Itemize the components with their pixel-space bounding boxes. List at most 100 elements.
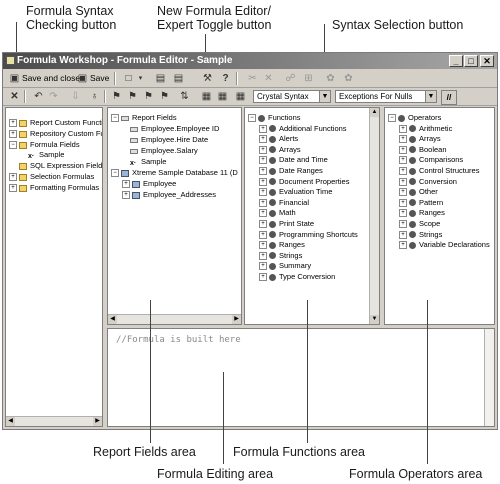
expand-icon[interactable]: + <box>9 184 17 193</box>
rename-icon[interactable]: ▤ <box>155 73 166 84</box>
minimize-button[interactable]: _ <box>449 55 463 67</box>
field-item[interactable]: Employee.Employee ID <box>130 124 219 133</box>
expand-icon[interactable]: + <box>399 145 407 154</box>
operator-item[interactable]: + Other <box>399 187 438 197</box>
function-item[interactable]: + Type Conversion <box>259 272 335 282</box>
scroll-left-icon[interactable]: ◀ <box>6 417 15 426</box>
expand-icon[interactable]: + <box>122 180 130 189</box>
formula-editor-pane[interactable]: //Formula is built here <box>107 328 495 427</box>
show-functions-tree-icon[interactable]: ▦ <box>217 91 228 102</box>
expand-icon[interactable]: + <box>259 273 267 282</box>
expand-icon[interactable]: + <box>259 262 267 271</box>
expand-icon[interactable]: + <box>259 220 267 229</box>
functions-pane[interactable]: − Functions + Additional Functions + Alerts +… <box>244 107 380 325</box>
function-item[interactable]: + Financial <box>259 198 309 207</box>
tree-item-sql-expression-fields[interactable]: SQL Expression Fields <box>19 161 102 170</box>
operator-item[interactable]: + Ranges <box>399 208 445 218</box>
undo-icon[interactable]: ↶ <box>33 91 44 102</box>
operator-item[interactable]: + Variable Declarations <box>399 240 490 250</box>
scroll-up-icon[interactable]: ▲ <box>370 108 379 117</box>
editor-toggle-icon[interactable]: ⚒ <box>202 73 213 84</box>
expand-icon[interactable]: + <box>399 177 407 186</box>
clear-bookmarks-icon[interactable]: ⚑ <box>159 91 170 102</box>
function-item[interactable]: + Arrays <box>259 145 301 154</box>
redo-icon[interactable]: ↷ <box>48 91 59 102</box>
formula-editor-text[interactable]: //Formula is built here <box>116 335 241 345</box>
next-bookmark-icon[interactable]: ⚑ <box>127 91 138 102</box>
function-item[interactable]: + Date Ranges <box>259 166 323 176</box>
tree-item-selection-formulas[interactable]: + Selection Formulas <box>9 172 94 182</box>
vertical-scrollbar[interactable]: ▲ ▼ <box>369 108 379 324</box>
horizontal-scrollbar[interactable]: ◀ ▶ <box>6 416 102 426</box>
save-button[interactable]: Save <box>90 72 109 85</box>
operator-item[interactable]: + Arrays <box>399 134 441 144</box>
delete-icon[interactable]: ✕ <box>263 73 274 84</box>
operators-pane[interactable]: − Operators + Arithmetic + Arrays + Boolean + Co… <box>384 107 495 325</box>
expand-icon[interactable]: + <box>399 167 407 176</box>
horizontal-scrollbar[interactable]: ◀ ▶ <box>108 314 241 324</box>
expand-icon[interactable]: + <box>259 167 267 176</box>
tree-item-database[interactable]: − Xtreme Sample Database 11 (D <box>111 168 238 178</box>
operator-item[interactable]: + Comparisons <box>399 155 463 165</box>
expand-icon[interactable]: + <box>259 209 267 218</box>
expand-icon[interactable]: + <box>259 198 267 207</box>
function-item[interactable]: + Print State <box>259 219 314 229</box>
expand-icon[interactable]: + <box>399 241 407 250</box>
delete-formula-icon[interactable]: ▤ <box>173 73 184 84</box>
help-icon[interactable]: ? <box>220 73 231 84</box>
tree-item-repository-custom-functions[interactable]: + Repository Custom Fur <box>9 129 102 139</box>
expand-icon[interactable]: + <box>399 124 407 133</box>
expand-icon[interactable]: + <box>9 119 17 128</box>
new-item-icon[interactable]: ⊞ <box>303 73 314 84</box>
function-item[interactable]: + Strings <box>259 251 302 260</box>
expand-icon[interactable]: + <box>122 191 130 200</box>
new-formula-icon[interactable]: □ <box>123 73 134 84</box>
expand-icon[interactable]: + <box>259 241 267 250</box>
expand-icon[interactable]: + <box>259 135 267 144</box>
collapse-icon[interactable]: − <box>248 114 256 123</box>
tree-item-formatting-formulas[interactable]: + Formatting Formulas <box>9 183 99 193</box>
tree-item-table[interactable]: + Employee <box>122 179 176 189</box>
field-item[interactable]: Employee.Hire Date <box>130 135 208 144</box>
tree-item-formula-fields[interactable]: − Formula Fields <box>9 140 80 150</box>
tree-item-report-fields[interactable]: − Report Fields <box>111 113 177 123</box>
show-operators-tree-icon[interactable]: ▦ <box>235 91 246 102</box>
expand-icon[interactable]: + <box>259 230 267 239</box>
expand-icon[interactable]: + <box>259 156 267 165</box>
toggle-bookmark-icon[interactable]: ⚑ <box>111 91 122 102</box>
expand-icon[interactable]: + <box>399 198 407 207</box>
function-item[interactable]: + Date and Time <box>259 155 328 165</box>
expand-icon[interactable]: + <box>399 209 407 218</box>
tree-item-functions[interactable]: − Functions <box>248 113 301 123</box>
tree-item-table[interactable]: + Employee_Addresses <box>122 190 216 200</box>
function-item[interactable]: + Document Properties <box>259 177 349 186</box>
chevron-down-icon[interactable]: ▼ <box>425 91 436 102</box>
function-item[interactable]: + Evaluation Time <box>259 187 332 197</box>
report-fields-pane[interactable]: − Report Fields Employee.Employee ID Empl… <box>107 107 242 325</box>
expand-icon[interactable]: + <box>399 220 407 229</box>
collapse-icon[interactable]: − <box>9 141 17 150</box>
field-item[interactable]: x· Sample <box>130 157 166 167</box>
collapse-icon[interactable]: − <box>111 169 119 178</box>
chevron-down-icon[interactable]: ▼ <box>319 91 330 102</box>
function-item[interactable]: + Ranges <box>259 240 305 250</box>
expand-icon[interactable]: + <box>9 173 17 182</box>
maximize-button[interactable]: □ <box>464 55 478 67</box>
operator-item[interactable]: + Scope <box>399 219 440 229</box>
expand-icon[interactable]: + <box>259 124 267 133</box>
function-item[interactable]: + Math <box>259 208 296 218</box>
dropdown-arrow-icon[interactable]: ▾ <box>135 73 146 84</box>
cut-icon[interactable]: ✂ <box>247 73 258 84</box>
find-icon[interactable]: ♁ <box>89 91 100 102</box>
show-properties-icon[interactable]: ☍ <box>285 73 296 84</box>
operator-item[interactable]: + Control Structures <box>399 166 479 176</box>
show-fields-tree-icon[interactable]: ▦ <box>201 91 212 102</box>
close-button[interactable]: ✕ <box>480 55 494 67</box>
operator-item[interactable]: + Pattern <box>399 198 443 207</box>
operator-item[interactable]: + Boolean <box>399 145 447 154</box>
expand-icon[interactable]: + <box>399 156 407 165</box>
expand-icon[interactable]: + <box>399 135 407 144</box>
function-item[interactable]: + Programming Shortcuts <box>259 230 358 239</box>
field-item[interactable]: Employee.Salary <box>130 146 198 155</box>
add-to-repository-icon[interactable]: ✿ <box>325 73 336 84</box>
